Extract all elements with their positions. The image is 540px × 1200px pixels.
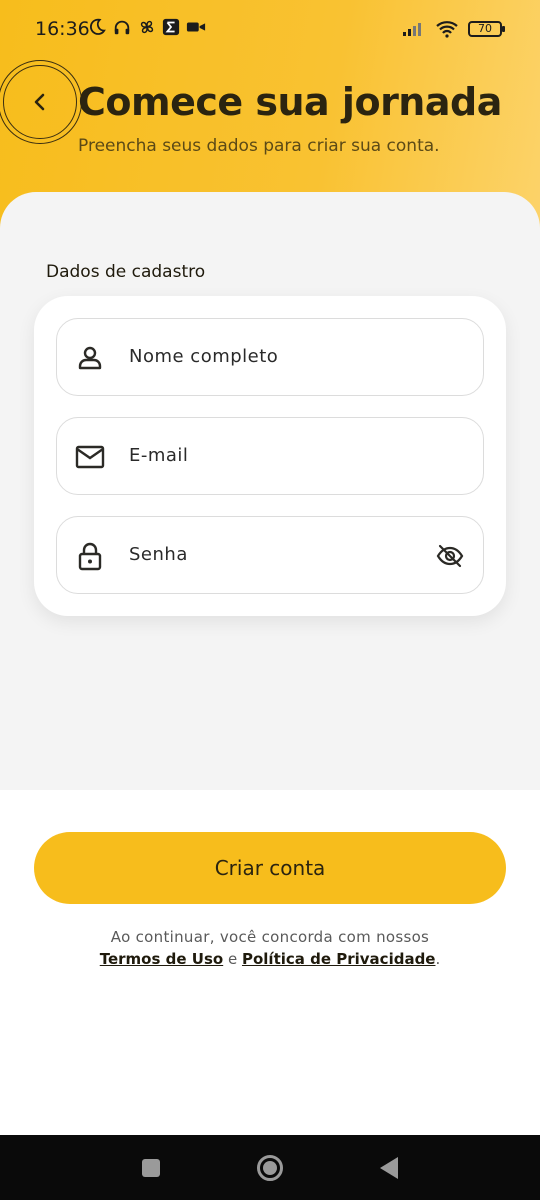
create-account-button[interactable]: Criar conta bbox=[34, 832, 506, 904]
full-name-placeholder: Nome completo bbox=[129, 346, 279, 367]
system-nav-bar bbox=[0, 1135, 540, 1200]
email-field[interactable]: E-mail bbox=[56, 417, 484, 495]
legal-text: Ao continuar, você concorda com nossos bbox=[110, 928, 430, 946]
status-icons-left bbox=[88, 18, 206, 36]
page-subtitle: Preencha seus dados para criar sua conta… bbox=[78, 136, 440, 156]
status-icons-right: 70 bbox=[402, 20, 505, 38]
password-placeholder: Senha bbox=[129, 544, 188, 565]
system-back-button[interactable] bbox=[380, 1157, 398, 1179]
status-time: 16:36 bbox=[35, 18, 90, 40]
email-placeholder: E-mail bbox=[129, 445, 189, 466]
privacy-link[interactable]: Política de Privacidade bbox=[242, 950, 436, 968]
legal-links: Termos de Uso e Política de Privacidade. bbox=[0, 950, 540, 968]
chevron-left-icon bbox=[34, 93, 45, 111]
home-button[interactable] bbox=[257, 1155, 283, 1181]
password-field[interactable]: Senha bbox=[56, 516, 484, 594]
legal-end: . bbox=[435, 950, 441, 968]
section-label: Dados de cadastro bbox=[46, 262, 206, 282]
person-icon bbox=[75, 343, 105, 373]
status-bar: 16:36 70 bbox=[0, 0, 540, 60]
headphones-icon bbox=[114, 20, 130, 35]
fan-icon bbox=[140, 20, 154, 34]
lock-icon bbox=[75, 541, 105, 571]
sigma-app-icon bbox=[162, 18, 180, 36]
legal-and: e bbox=[227, 950, 238, 968]
full-name-field[interactable]: Nome completo bbox=[56, 318, 484, 396]
video-camera-icon bbox=[186, 22, 206, 32]
terms-link[interactable]: Termos de Uso bbox=[100, 950, 223, 968]
form-card: Nome completo E-mail Senha bbox=[34, 296, 506, 616]
signal-icon bbox=[403, 23, 421, 36]
moon-icon bbox=[89, 18, 106, 35]
wifi-icon bbox=[436, 21, 458, 38]
mail-icon bbox=[75, 442, 105, 472]
page-title: Comece sua jornada bbox=[78, 80, 502, 124]
recents-button[interactable] bbox=[142, 1159, 160, 1177]
eye-off-icon[interactable] bbox=[435, 541, 465, 571]
battery-icon: 70 bbox=[468, 21, 505, 37]
back-button[interactable] bbox=[0, 60, 82, 144]
